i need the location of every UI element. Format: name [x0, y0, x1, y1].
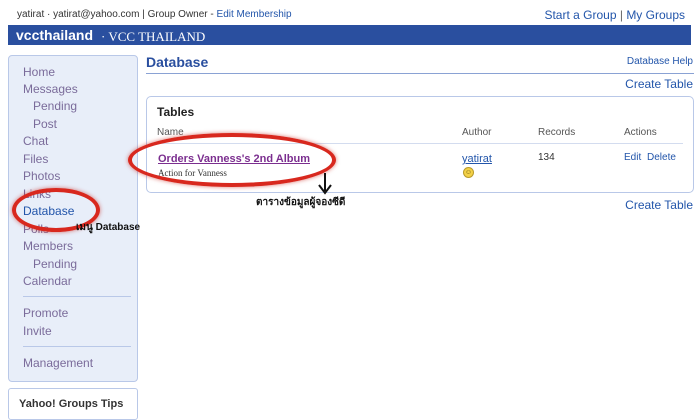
user-role: Group Owner: [147, 9, 208, 20]
sidebar-item-calendar[interactable]: Calendar: [23, 274, 72, 288]
create-table-link-top[interactable]: Create Table: [625, 77, 693, 91]
sidebar-item-chat[interactable]: Chat: [23, 134, 48, 148]
sidebar-item-invite[interactable]: Invite: [23, 324, 52, 338]
my-groups-link[interactable]: My Groups: [626, 8, 685, 22]
table-annotation-label: ตารางข้อมูลผู้จองซีดี: [256, 197, 346, 208]
page-title: Database: [146, 54, 209, 70]
sidebar-divider: [23, 346, 131, 347]
down-arrow-icon: [318, 173, 332, 195]
create-table-link-bottom[interactable]: Create Table: [625, 198, 693, 212]
menu-annotation-label: เมนู Database: [76, 222, 141, 233]
sidebar-item-members[interactable]: Members: [23, 239, 73, 253]
groups-tips-title: Yahoo! Groups Tips: [19, 398, 124, 410]
sidebar-item-messages-pending[interactable]: Pending: [33, 99, 77, 113]
sidebar-item-members-pending[interactable]: Pending: [33, 257, 77, 271]
table-highlight-ring: [128, 133, 336, 187]
top-bar: yatirat · yatirat@yahoo.com | Group Owne…: [0, 0, 699, 24]
user-display-name: yatirat: [17, 9, 45, 20]
author-link[interactable]: yatirat: [462, 153, 492, 165]
edit-membership-link[interactable]: Edit Membership: [217, 9, 292, 20]
sidebar-item-photos[interactable]: Photos: [23, 169, 60, 183]
sidebar-divider: [23, 296, 131, 297]
delete-table-link[interactable]: Delete: [647, 152, 676, 163]
column-header-records: Records: [538, 127, 576, 138]
title-divider: [146, 73, 694, 74]
edit-table-link[interactable]: Edit: [624, 152, 641, 163]
sidebar-item-files[interactable]: Files: [23, 152, 48, 166]
tables-heading: Tables: [157, 105, 195, 119]
user-info: yatirat · yatirat@yahoo.com | Group Owne…: [17, 9, 292, 20]
records-count: 134: [538, 152, 555, 163]
top-links-separator: |: [619, 8, 623, 22]
group-banner: vccthailand · VCC THAILAND: [8, 25, 691, 45]
groups-tips-box: Yahoo! Groups Tips: [8, 388, 138, 420]
database-help-link[interactable]: Database Help: [627, 56, 693, 67]
group-name[interactable]: vccthailand: [16, 27, 93, 43]
smiley-icon: ☺: [463, 167, 474, 178]
column-header-author: Author: [462, 127, 492, 138]
sidebar-item-home[interactable]: Home: [23, 65, 55, 79]
start-group-link[interactable]: Start a Group: [544, 8, 616, 22]
group-title: · VCC THAILAND: [101, 29, 206, 44]
sidebar-item-post[interactable]: Post: [33, 117, 57, 131]
top-links: Start a Group | My Groups: [544, 8, 685, 22]
column-header-actions: Actions: [624, 127, 657, 138]
sidebar-item-management[interactable]: Management: [23, 356, 93, 370]
sidebar-item-messages[interactable]: Messages: [23, 82, 78, 96]
user-email: yatirat@yahoo.com: [53, 9, 140, 20]
sidebar-item-promote[interactable]: Promote: [23, 306, 68, 320]
